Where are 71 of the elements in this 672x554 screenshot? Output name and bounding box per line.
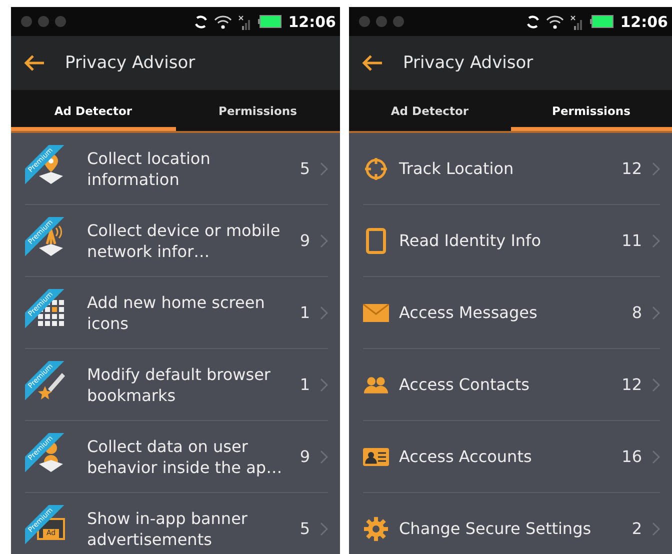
battery-icon xyxy=(590,15,614,28)
chevron-icon xyxy=(652,234,660,248)
wifi-icon xyxy=(546,14,564,28)
chevron-icon xyxy=(652,306,660,320)
item-count: 5 xyxy=(300,519,310,538)
notification-icon xyxy=(21,16,32,27)
id-card-icon xyxy=(363,448,389,466)
chevron-icon xyxy=(652,378,660,392)
chevron-icon xyxy=(320,306,328,320)
back-arrow-icon[interactable] xyxy=(361,54,383,72)
item-count: 9 xyxy=(300,231,310,250)
item-label: Collect location information xyxy=(87,148,212,190)
item-count: 2 xyxy=(632,519,642,538)
status-time: 12:06 xyxy=(620,12,668,30)
crosshair-icon xyxy=(364,156,388,180)
phone-icon xyxy=(366,228,386,254)
list-item[interactable]: Read Identity Info 11 xyxy=(363,205,660,277)
list-item[interactable]: Access Messages 8 xyxy=(363,277,660,349)
item-label: Track Location xyxy=(399,158,515,179)
item-label: Modify default browser bookmarks xyxy=(87,364,272,406)
screen-title: Privacy Advisor xyxy=(65,53,196,73)
sync-icon xyxy=(194,14,208,28)
chevron-icon xyxy=(652,450,660,464)
item-label: Access Contacts xyxy=(399,374,530,395)
notification-icon xyxy=(55,16,66,27)
people-icon xyxy=(363,374,389,394)
item-label: Show in-app banner advertisements xyxy=(87,508,248,550)
chevron-icon xyxy=(652,162,660,176)
tab[interactable]: Permissions xyxy=(510,90,672,131)
item-label: Access Accounts xyxy=(399,446,533,467)
item-count: 5 xyxy=(300,159,310,178)
chevron-icon xyxy=(320,450,328,464)
item-count: 16 xyxy=(622,447,642,466)
item-count: 1 xyxy=(300,375,310,394)
screen-title: Privacy Advisor xyxy=(403,53,534,73)
chevron-icon xyxy=(652,522,660,536)
item-label: Change Secure Settings xyxy=(399,518,592,539)
envelope-icon xyxy=(363,304,389,322)
tab[interactable]: Ad Detector xyxy=(11,90,176,131)
item-label: Collect device or mobile network infor… xyxy=(87,220,282,262)
item-label: Add new home screen icons xyxy=(87,292,266,334)
notification-icon xyxy=(376,16,387,27)
chevron-icon xyxy=(320,522,328,536)
battery-icon xyxy=(258,15,282,28)
signal-icon xyxy=(238,14,252,30)
item-label: Read Identity Info xyxy=(399,230,542,251)
item-count: 12 xyxy=(622,375,642,394)
sync-icon xyxy=(526,14,540,28)
list-item[interactable]: Track Location 12 xyxy=(363,133,660,205)
chevron-icon xyxy=(320,378,328,392)
signal-icon xyxy=(570,14,584,30)
item-count: 9 xyxy=(300,447,310,466)
notification-icon xyxy=(393,16,404,27)
list-item[interactable]: Access Accounts 16 xyxy=(363,421,660,493)
item-count: 1 xyxy=(300,303,310,322)
item-count: 12 xyxy=(622,159,642,178)
item-count: 11 xyxy=(622,231,642,250)
tab[interactable]: Ad Detector xyxy=(349,90,510,131)
back-arrow-icon[interactable] xyxy=(23,54,45,72)
item-count: 8 xyxy=(632,303,642,322)
status-time: 12:06 xyxy=(288,12,336,30)
notification-icon xyxy=(38,16,49,27)
chevron-icon xyxy=(320,162,328,176)
item-label: Collect data on user behavior inside the ap… xyxy=(87,436,284,478)
wifi-icon xyxy=(214,14,232,28)
list-item[interactable]: Access Contacts 12 xyxy=(363,349,660,421)
list-item[interactable]: Change Secure Settings 2 xyxy=(363,493,660,554)
tab[interactable]: Permissions xyxy=(176,90,340,131)
notification-icon xyxy=(359,16,370,27)
chevron-icon xyxy=(320,234,328,248)
item-label: Access Messages xyxy=(399,302,538,323)
